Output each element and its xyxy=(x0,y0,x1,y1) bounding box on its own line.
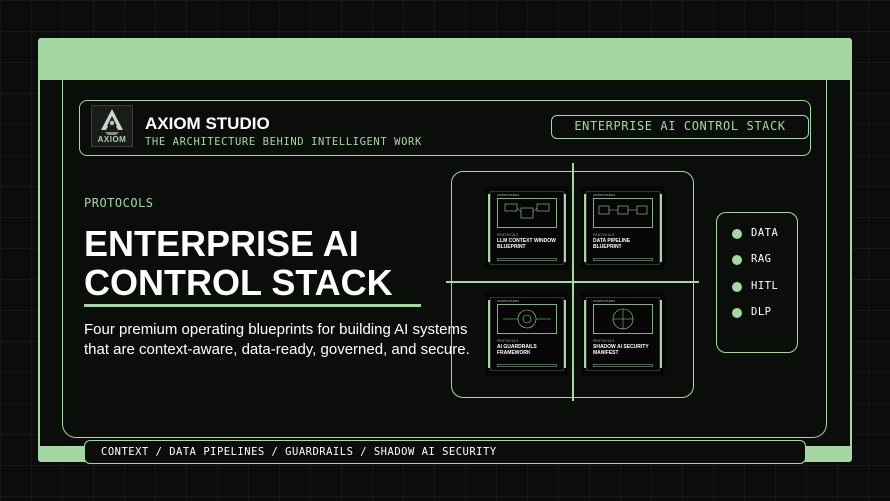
card-category: PROTOCOLS xyxy=(593,233,615,237)
card-category: PROTOCOLS xyxy=(497,339,519,343)
logo-wordmark: AXIOM xyxy=(97,135,127,144)
tag-label: RAG xyxy=(751,253,772,265)
brand-name: AXIOM STUDIO xyxy=(145,114,270,133)
page-title: ENTERPRISE AI CONTROL STACK xyxy=(84,224,393,302)
blueprint-card: AXIOM STUDIO PROTOCOLS SHADOW AI SECURIT… xyxy=(581,292,665,376)
tag-label: HITL xyxy=(751,280,779,292)
title-line-2: CONTROL STACK xyxy=(84,262,393,303)
blueprint-card: AXIOM STUDIO PROTOCOLS AI GUARDRAILS FRA… xyxy=(485,292,569,376)
bullet-dot-icon xyxy=(732,308,742,318)
blueprint-card: AXIOM STUDIO PROTOCOLS LLM CONTEXT WINDO… xyxy=(485,186,569,270)
header-badge: ENTERPRISE AI CONTROL STACK xyxy=(551,115,809,139)
footer-topics-bar: CONTEXT / DATA PIPELINES / GUARDRAILS / … xyxy=(84,440,806,464)
card-title: SHADOW AI SECURITY MANIFEST xyxy=(593,344,649,356)
card-title: DATA PIPELINE BLUEPRINT xyxy=(593,238,631,250)
bullet-dot-icon xyxy=(732,282,742,292)
card-brand: AXIOM STUDIO xyxy=(593,193,615,197)
tag-label: DATA xyxy=(751,227,779,239)
title-line-1: ENTERPRISE AI xyxy=(84,223,359,264)
logo-graphic xyxy=(101,109,123,135)
grid-crosshair-horizontal xyxy=(446,281,699,283)
brand-tagline: THE ARCHITECTURE BEHIND INTELLIGENT WORK xyxy=(145,136,422,148)
pipeline-diagram-icon xyxy=(593,198,653,228)
tag-label: DLP xyxy=(751,306,772,318)
card-brand: AXIOM STUDIO xyxy=(497,299,519,303)
section-eyebrow: PROTOCOLS xyxy=(84,196,154,210)
card-title: AI GUARDRAILS FRAMEWORK xyxy=(497,344,537,356)
card-brand: AXIOM STUDIO xyxy=(497,193,519,197)
bullet-dot-icon xyxy=(732,229,742,239)
bullet-dot-icon xyxy=(732,255,742,265)
card-title: LLM CONTEXT WINDOW BLUEPRINT xyxy=(497,238,556,250)
card-category: PROTOCOLS xyxy=(497,233,519,237)
top-accent-band xyxy=(38,38,852,80)
security-diagram-icon xyxy=(593,304,653,334)
card-category: PROTOCOLS xyxy=(593,339,615,343)
guardrails-diagram-icon xyxy=(497,304,557,334)
title-underline xyxy=(84,304,421,307)
card-brand: AXIOM STUDIO xyxy=(593,299,615,303)
helmet-emblem-icon: AXIOM xyxy=(91,105,133,147)
blueprint-card: AXIOM STUDIO PROTOCOLS DATA PIPELINE BLU… xyxy=(581,186,665,270)
hero-description: Four premium operating blueprints for bu… xyxy=(84,321,470,358)
context-diagram-icon xyxy=(497,198,557,228)
